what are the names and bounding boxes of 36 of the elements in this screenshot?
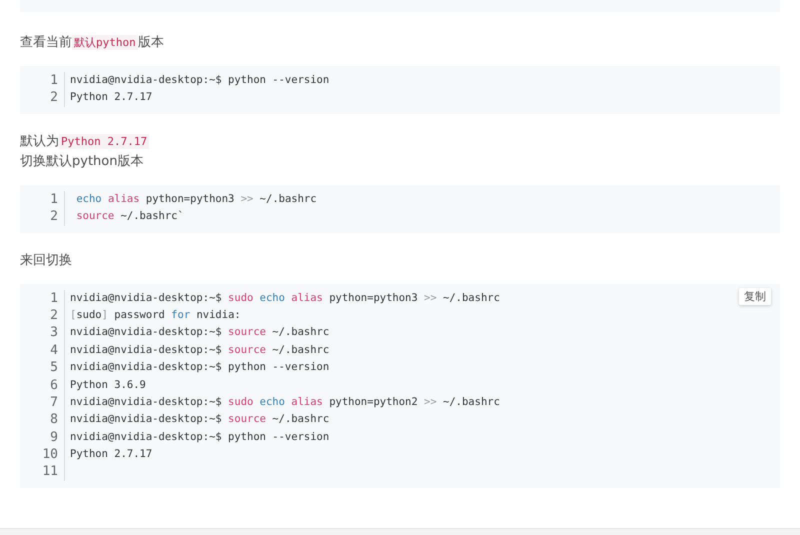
line-number: 11: [42, 464, 58, 480]
line-number: 4: [50, 342, 58, 358]
code-line: Python 2.7.17: [70, 91, 152, 104]
line-number: 7: [50, 394, 58, 410]
line-number: 2: [50, 90, 58, 106]
code-line: nvidia@nvidia-desktop:~$ source ~/.bashrc: [70, 344, 330, 356]
code-line: Python 2.7.17: [70, 448, 152, 460]
code-line: nvidia@nvidia-desktop:~$ python --version: [70, 361, 330, 374]
code-line: nvidia@nvidia-desktop:~$ source ~/.bashrc: [70, 326, 330, 338]
inline-code: 默认python: [72, 35, 138, 50]
code-line: nvidia@nvidia-desktop:~$ python --version: [70, 430, 330, 443]
inline-code: Python 2.7.17: [59, 134, 150, 149]
paragraph: 默认为 Python 2.7.17: [20, 132, 150, 151]
line-number: 1: [50, 73, 58, 88]
code-line: nvidia@nvidia-desktop:~$ source ~/.bashrc: [70, 413, 330, 426]
line-number: 10: [42, 447, 58, 462]
line-number: 5: [50, 360, 58, 376]
line-number: 1: [50, 192, 58, 207]
paragraph: 来回切换: [20, 252, 73, 270]
line-number: 2: [50, 308, 58, 323]
code-line: source ~/.bashrc`: [75, 210, 184, 222]
code-line: [sudo] password for nvidia:: [70, 308, 241, 321]
code-line: nvidia@nvidia-desktop:~$ sudo echo alias python=python3 >> ~/.bashrc: [70, 292, 500, 304]
code-line: Python 3.6.9: [70, 378, 146, 391]
code-line: echo alias python=python3 >> ~/.bashrc: [75, 192, 317, 205]
code-line: nvidia@nvidia-desktop:~$ sudo echo alias python=python2 >> ~/.bashrc: [70, 396, 500, 408]
paragraph: 查看当前 默认python 版本: [20, 34, 165, 52]
paragraph: 切换默认python版本: [20, 152, 144, 171]
line-number: 9: [50, 430, 58, 445]
line-number: 6: [50, 378, 58, 393]
line-number: 8: [50, 412, 58, 428]
line-number: 2: [50, 209, 58, 224]
line-number: 3: [50, 325, 58, 340]
code-line: nvidia@nvidia-desktop:~$ python --version: [70, 74, 330, 86]
line-number: 1: [50, 290, 58, 306]
copy-button[interactable]: 复制: [739, 288, 771, 305]
